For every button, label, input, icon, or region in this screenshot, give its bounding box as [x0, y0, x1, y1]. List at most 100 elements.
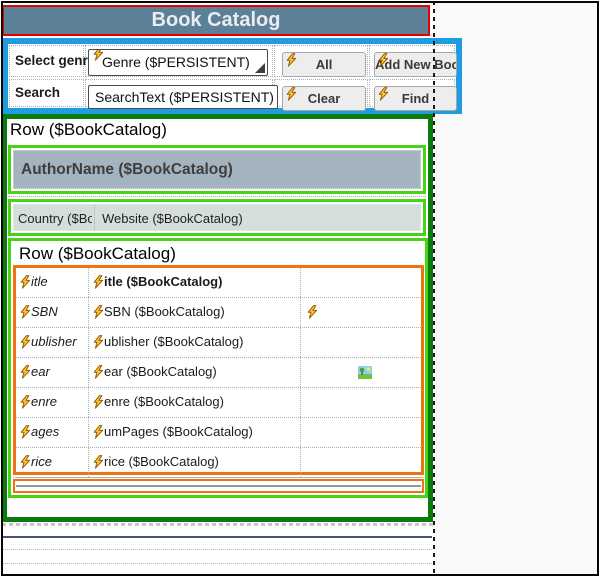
book-field-label-cell: ear [20, 358, 88, 387]
horizontal-rule-element [13, 479, 424, 493]
book-field-label-cell: enre [20, 388, 88, 417]
book-field-label: ublisher [31, 334, 77, 349]
find-button[interactable]: Find [374, 86, 457, 111]
bolt-icon [93, 395, 104, 409]
book-field-value: SBN ($BookCatalog) [104, 304, 225, 319]
book-field-value: ear ($BookCatalog) [104, 364, 217, 379]
bolt-icon [378, 53, 389, 67]
book-field-value-cell: itle ($BookCatalog) [93, 268, 299, 297]
bolt-icon [20, 305, 31, 319]
author-details-fill: Country ($BookCatalog) Website ($BookCat… [13, 204, 421, 231]
book-field-label: ear [31, 364, 50, 379]
book-row-extra-cell [301, 268, 421, 297]
bolt-icon [20, 395, 31, 409]
bolt-icon [20, 425, 31, 439]
book-field-value-cell: ear ($BookCatalog) [93, 358, 299, 387]
all-button-label: All [316, 57, 333, 72]
book-field-value-cell: ublisher ($BookCatalog) [93, 328, 299, 357]
footer-rule [3, 536, 432, 538]
search-text-input[interactable]: SearchText ($PERSISTENT) [88, 85, 278, 109]
genre-combobox[interactable]: Genre ($PERSISTENT) [88, 49, 268, 76]
dropdown-arrow-icon[interactable] [255, 63, 265, 73]
all-button[interactable]: All [282, 52, 366, 77]
book-field-label-cell: rice [20, 448, 88, 477]
horizontal-rule [16, 485, 421, 487]
book-field-value: rice ($BookCatalog) [104, 454, 219, 469]
country-field: Country ($BookCatalog) [18, 205, 92, 230]
tag-anchor-mark: ` [14, 237, 18, 251]
book-field-value: ublisher ($BookCatalog) [104, 334, 243, 349]
author-repeating-table: Row ($BookCatalog) AuthorName ($BookCata… [2, 114, 433, 522]
book-field-value-cell: enre ($BookCatalog) [93, 388, 299, 417]
genre-combobox-value: Genre ($PERSISTENT) [102, 54, 250, 70]
book-row-extra-cell [301, 328, 421, 357]
book-field-value: umPages ($BookCatalog) [104, 424, 253, 439]
stylevision-design-view: 1: Label2: Static Table with two rows3: … [0, 0, 600, 577]
bolt-icon [93, 425, 104, 439]
bolt-icon [286, 87, 297, 101]
bolt-icon [20, 365, 31, 379]
book-field-label-cell: itle [20, 268, 88, 297]
bolt-icon [93, 365, 104, 379]
bolt-icon [20, 275, 31, 289]
search-label: Search [15, 85, 60, 100]
book-row-extra-cell [301, 298, 421, 327]
book-row-extra-cell [301, 448, 421, 477]
search-text-value: SearchText ($PERSISTENT) [95, 89, 274, 105]
book-row-extra-cell [301, 388, 421, 417]
book-row-tag: Row ($BookCatalog) [19, 244, 176, 264]
design-margin-dashed-line [433, 1, 435, 576]
add-new-book-button[interactable]: Add New Book [374, 52, 457, 77]
empty-row-dots [3, 549, 432, 550]
bolt-icon [378, 87, 389, 101]
row-separator [8, 196, 426, 197]
book-field-label: ages [31, 424, 59, 439]
book-field-label-cell: ages [20, 418, 88, 447]
book-field-label: itle [31, 274, 48, 289]
book-table-row: SBN SBN ($BookCatalog) [16, 298, 421, 328]
book-field-value-cell: rice ($BookCatalog) [93, 448, 299, 477]
book-row-extra-cell [301, 418, 421, 447]
clear-button-label: Clear [308, 91, 341, 106]
bolt-icon [93, 335, 104, 349]
book-field-value: itle ($BookCatalog) [104, 274, 222, 289]
search-static-table: Select genre Genre ($PERSISTENT) All Add… [2, 38, 462, 114]
book-table-row: ages umPages ($BookCatalog) [16, 418, 421, 448]
bolt-icon [93, 275, 104, 289]
book-field-label: rice [31, 454, 52, 469]
bolt-icon [307, 305, 318, 319]
book-rows: itle itle ($BookCatalog) SBN SBN ($BookC… [16, 268, 421, 478]
book-dynamic-row: ` Row ($BookCatalog) itle itle ($BookCat… [8, 238, 428, 498]
bolt-icon [93, 49, 104, 61]
website-field: Website ($BookCatalog) [102, 205, 418, 230]
cell-separator [94, 205, 95, 230]
bolt-icon [286, 53, 297, 67]
book-table-row: itle itle ($BookCatalog) [16, 268, 421, 298]
book-table-row: rice rice ($BookCatalog) [16, 448, 421, 478]
empty-row-dots [3, 563, 432, 564]
book-field-label-cell: ublisher [20, 328, 88, 357]
bolt-icon [20, 335, 31, 349]
bolt-icon [93, 455, 104, 469]
book-row-extra-cell [301, 358, 421, 387]
book-field-value-cell: umPages ($BookCatalog) [93, 418, 299, 447]
book-field-value: enre ($BookCatalog) [104, 394, 224, 409]
book-field-label-cell: SBN [20, 298, 88, 327]
book-table-row: enre enre ($BookCatalog) [16, 388, 421, 418]
book-field-label: enre [31, 394, 57, 409]
book-info-static-table: itle itle ($BookCatalog) SBN SBN ($BookC… [13, 265, 424, 475]
bolt-icon [93, 305, 104, 319]
author-details-row: Country ($BookCatalog) Website ($BookCat… [8, 199, 426, 236]
clear-button[interactable]: Clear [282, 86, 366, 111]
find-button-label: Find [402, 91, 429, 106]
row-separator [13, 477, 424, 478]
book-field-label: SBN [31, 304, 58, 319]
select-genre-label: Select genre [15, 53, 95, 68]
bolt-icon [20, 455, 31, 469]
author-name-row: AuthorName ($BookCatalog) [8, 145, 426, 194]
author-name-field: AuthorName ($BookCatalog) [13, 150, 421, 189]
section-boundary-dashes [2, 523, 433, 526]
book-catalog-title-label: Book Catalog [2, 5, 430, 36]
book-table-row: ublisher ublisher ($BookCatalog) [16, 328, 421, 358]
image-icon [358, 366, 372, 379]
